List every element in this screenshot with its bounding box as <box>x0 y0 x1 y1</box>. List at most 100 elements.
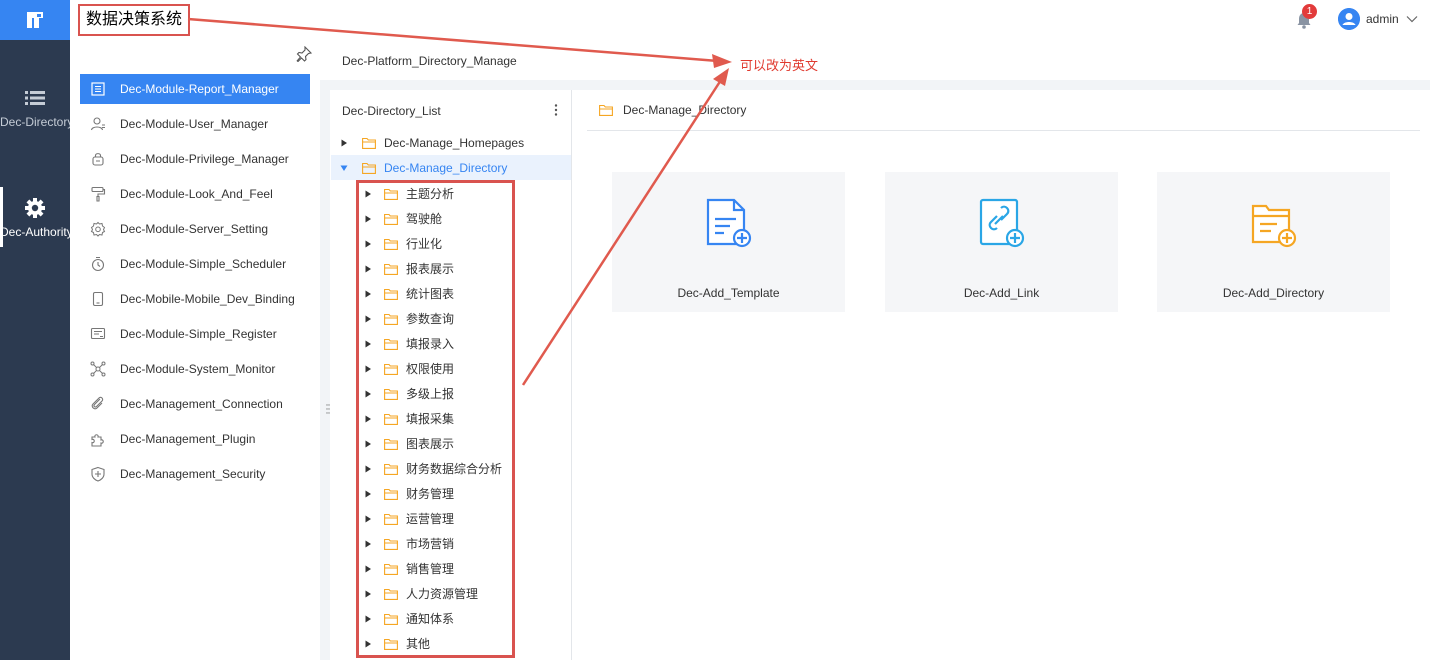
folder-icon <box>384 488 398 500</box>
menu-item-privilege-manager[interactable]: Dec-Module-Privilege_Manager <box>80 144 310 174</box>
menu-item-server-setting[interactable]: Dec-Module-Server_Setting <box>80 214 310 244</box>
caret-right-icon[interactable] <box>364 240 372 248</box>
tree-node-child[interactable]: 财务管理 <box>331 481 511 506</box>
tree-node-child[interactable]: 人力资源管理 <box>331 581 511 606</box>
caret-right-icon[interactable] <box>364 290 372 298</box>
menu-item-connection[interactable]: Dec-Management_Connection <box>80 389 310 419</box>
tree-node-child[interactable]: 运营管理 <box>331 506 511 531</box>
timer-icon <box>91 256 105 272</box>
folder-icon <box>362 137 376 149</box>
tree-node-child[interactable]: 多级上报 <box>331 381 511 406</box>
annotation-note: 可以改为英文 <box>740 58 819 73</box>
menu-item-simple-scheduler[interactable]: Dec-Module-Simple_Scheduler <box>80 249 310 279</box>
gear-outline-icon <box>90 221 106 237</box>
folder-icon <box>384 388 398 400</box>
more-vertical-icon[interactable] <box>550 102 562 118</box>
menu-item-label: Dec-Module-Simple_Scheduler <box>120 257 287 271</box>
caret-right-icon[interactable] <box>364 590 372 598</box>
tree-node-label: 报表展示 <box>406 262 455 276</box>
caret-right-icon[interactable] <box>364 415 372 423</box>
folder-icon <box>384 288 398 300</box>
folder-icon <box>384 313 398 325</box>
menu-item-label: Dec-Module-Look_And_Feel <box>120 187 273 201</box>
tree-node-root[interactable]: Dec-Manage_Homepages <box>331 130 571 155</box>
tree-node-child[interactable]: 其他 <box>331 631 511 656</box>
menu-item-look-and-feel[interactable]: Dec-Module-Look_And_Feel <box>80 179 310 209</box>
connection-icon <box>91 396 104 410</box>
tree-node-child[interactable]: 权限使用 <box>331 356 511 381</box>
add-link-card[interactable]: Dec-Add_Link <box>885 172 1118 312</box>
caret-right-icon[interactable] <box>364 390 372 398</box>
folder-icon <box>384 538 398 550</box>
rail-item-directory-label: Dec-Directory <box>0 115 70 129</box>
tree-node-label: 驾驶舱 <box>406 212 443 226</box>
tree-node-label: 参数查询 <box>406 312 455 326</box>
rail-item-authority[interactable]: Dec-Authority <box>0 185 70 255</box>
tree-node-child[interactable]: 图表展示 <box>331 431 511 456</box>
menu-item-user-manager[interactable]: Dec-Module-User_Manager <box>80 109 310 139</box>
tree-node-label: 填报采集 <box>406 412 455 426</box>
caret-right-icon[interactable] <box>364 540 372 548</box>
caret-right-icon[interactable] <box>340 139 348 147</box>
tree-node-child[interactable]: 填报采集 <box>331 406 511 431</box>
caret-right-icon[interactable] <box>364 190 372 198</box>
tree-node-child[interactable]: 参数查询 <box>331 306 511 331</box>
caret-right-icon[interactable] <box>364 315 372 323</box>
menu-item-security[interactable]: Dec-Management_Security <box>80 459 310 489</box>
caret-down-icon[interactable] <box>340 164 348 172</box>
caret-right-icon[interactable] <box>364 615 372 623</box>
menu-item-label: Dec-Module-Report_Manager <box>120 82 279 96</box>
menu-item-simple-register[interactable]: Dec-Module-Simple_Register <box>80 319 310 349</box>
caret-right-icon[interactable] <box>364 340 372 348</box>
add-link-icon <box>979 198 1025 248</box>
menu-item-label: Dec-Mobile-Mobile_Dev_Binding <box>120 292 295 306</box>
tree-node-child[interactable]: 报表展示 <box>331 256 511 281</box>
menu-item-report-manager[interactable]: Dec-Module-Report_Manager <box>80 74 310 104</box>
menu-item-label: Dec-Module-Simple_Register <box>120 327 277 341</box>
menu-item-label: Dec-Management_Connection <box>120 397 283 411</box>
caret-right-icon[interactable] <box>364 365 372 373</box>
folder-icon <box>384 463 398 475</box>
caret-right-icon[interactable] <box>364 565 372 573</box>
user-avatar-icon[interactable] <box>1338 8 1360 30</box>
tree-node-label: 填报录入 <box>406 337 455 351</box>
tree-node-root[interactable]: Dec-Manage_Directory <box>331 155 571 180</box>
app-logo[interactable] <box>0 0 70 40</box>
rail-item-directory[interactable]: Dec-Directory <box>0 75 70 145</box>
menu-item-system-monitor[interactable]: Dec-Module-System_Monitor <box>80 354 310 384</box>
add-directory-card[interactable]: Dec-Add_Directory <box>1157 172 1390 312</box>
caret-right-icon[interactable] <box>364 515 372 523</box>
menu-item-plugin[interactable]: Dec-Management_Plugin <box>80 424 310 454</box>
tree-node-child[interactable]: 填报录入 <box>331 331 511 356</box>
left-rail: Dec-Directory Dec-Authority <box>0 0 70 660</box>
caret-right-icon[interactable] <box>364 490 372 498</box>
tree-node-child[interactable]: 销售管理 <box>331 556 511 581</box>
caret-right-icon[interactable] <box>364 640 372 648</box>
system-title: 数据决策系统 <box>78 4 191 36</box>
tree-node-label: Dec-Manage_Homepages <box>384 135 525 150</box>
user-name[interactable]: admin <box>1366 12 1399 26</box>
caret-right-icon[interactable] <box>364 215 372 223</box>
menu-item-label: Dec-Module-Server_Setting <box>120 222 269 236</box>
chevron-down-icon[interactable] <box>1405 12 1419 26</box>
tree-node-child[interactable]: 驾驶舱 <box>331 206 511 231</box>
caret-right-icon[interactable] <box>364 465 372 473</box>
tree-node-child[interactable]: 通知体系 <box>331 606 511 631</box>
pin-icon[interactable] <box>296 46 312 62</box>
tree-node-child[interactable]: 统计图表 <box>331 281 511 306</box>
report-icon <box>91 82 105 96</box>
folder-icon <box>384 263 398 275</box>
caret-right-icon[interactable] <box>364 265 372 273</box>
menu-item-mobile-binding[interactable]: Dec-Mobile-Mobile_Dev_Binding <box>80 284 310 314</box>
tree-node-child[interactable]: 市场营销 <box>331 531 511 556</box>
folder-icon <box>384 613 398 625</box>
add-directory-label: Dec-Add_Directory <box>1222 286 1325 300</box>
tree-node-child[interactable]: 主题分析 <box>331 181 511 206</box>
tree-node-child[interactable]: 行业化 <box>331 231 511 256</box>
folder-icon <box>384 363 398 375</box>
tree-node-label: 其他 <box>406 637 431 651</box>
caret-right-icon[interactable] <box>364 440 372 448</box>
tree-node-child[interactable]: 财务数据综合分析 <box>331 456 511 481</box>
add-template-card[interactable]: Dec-Add_Template <box>612 172 845 312</box>
monitor-icon <box>90 361 106 377</box>
